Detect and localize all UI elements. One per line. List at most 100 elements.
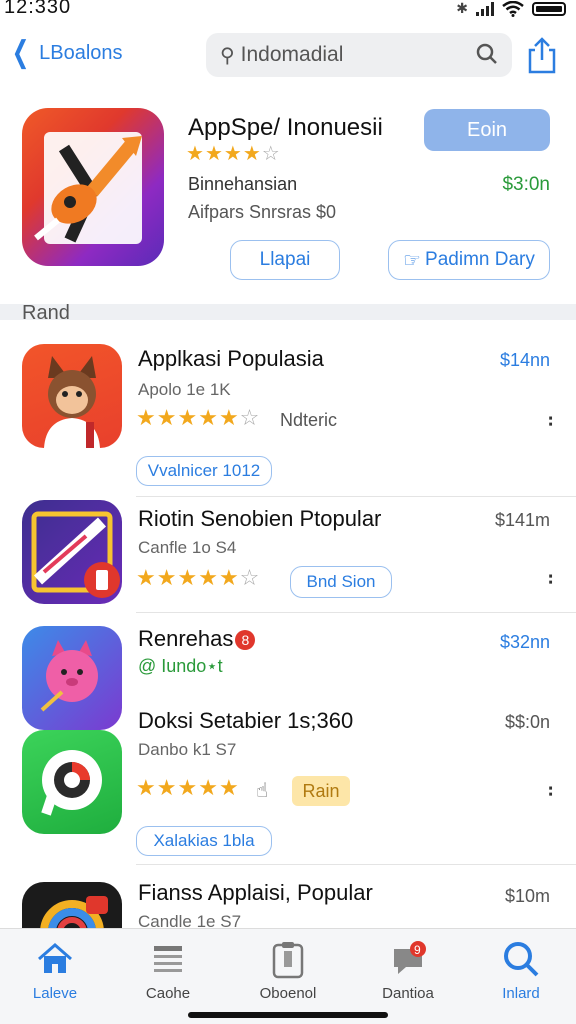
- more-options-icon[interactable]: ∶: [548, 782, 553, 802]
- star-half-icon: ★: [218, 405, 239, 430]
- featured-rating-stars: ★ ★ ★ ★ ☆: [186, 144, 280, 164]
- tab-search[interactable]: Inlard: [466, 937, 576, 1002]
- search-icon[interactable]: [476, 43, 498, 65]
- home-icon: [0, 937, 110, 981]
- list-icon: [113, 937, 223, 981]
- nav-bar: ❮ LBoalons ⚲: [0, 28, 576, 84]
- section-divider: [0, 304, 576, 320]
- thumbs-icon: ☝: [256, 780, 269, 802]
- app-name: Renrehas 8: [138, 626, 256, 652]
- app-subtitle: Danbo k1 S7: [138, 740, 237, 759]
- app-price: $32nn: [499, 632, 550, 652]
- tab-list[interactable]: Caohe: [113, 937, 223, 1002]
- featured-app-card[interactable]: AppSpe/ Inonuesii Eoin ★ ★ ★ ★ ☆ Binneha…: [0, 100, 576, 300]
- tab-chat[interactable]: 9 Dantioa: [353, 937, 463, 1002]
- clipboard-icon: [233, 937, 343, 981]
- featured-wishlist-label: Padimn Dary: [425, 249, 535, 270]
- more-options-icon[interactable]: ∶: [548, 412, 553, 432]
- app-name-text: Renrehas: [138, 626, 234, 651]
- app-subtitle: Canfle 1o S4: [138, 538, 237, 557]
- star-icon: ★: [177, 565, 198, 590]
- share-icon[interactable]: [526, 36, 558, 74]
- tab-label: Inlard: [502, 985, 540, 1002]
- tab-label: Oboenol: [259, 985, 317, 1002]
- divider: [136, 864, 576, 865]
- search-box[interactable]: ⚲: [206, 33, 512, 77]
- back-label: LBoalons: [39, 41, 123, 64]
- star-outline-icon: ☆: [261, 143, 280, 165]
- featured-secondary-button[interactable]: Llapai: [230, 240, 340, 280]
- list-item[interactable]: Riotin Senobien Ptopular $141m Canfle 1o…: [0, 500, 576, 613]
- app-price: $14nn: [499, 350, 550, 370]
- search-lead-icon: ⚲: [220, 44, 235, 67]
- search-input[interactable]: [240, 43, 451, 67]
- tab-label: Caohe: [145, 985, 191, 1002]
- section-title: Rand: [22, 302, 70, 324]
- star-icon: ★: [204, 143, 223, 165]
- app-subtitle: Apolo 1e 1K: [138, 380, 231, 399]
- featured-app-title: AppSpe/ Inonuesii: [188, 114, 383, 141]
- back-button[interactable]: ❮ LBoalons: [8, 38, 123, 68]
- app-name: Fianss Applaisi, Popular: [138, 880, 373, 905]
- list-item[interactable]: Fianss Applaisi, Popular $10m Candle 1e …: [0, 876, 576, 932]
- divider: [136, 496, 576, 497]
- bluetooth-icon: ✱: [456, 0, 468, 16]
- star-outline-icon: ☆: [239, 405, 260, 430]
- app-icon[interactable]: [22, 882, 122, 932]
- featured-app-icon[interactable]: [22, 108, 164, 266]
- wifi-icon: [502, 0, 524, 17]
- featured-price: $3:0n: [502, 174, 550, 195]
- status-icons: ✱: [456, 0, 566, 17]
- rating-stars: ★ ★ ★ ★ ★: [136, 775, 239, 800]
- app-pill-button[interactable]: Vvalnicer 1012: [136, 456, 272, 486]
- tab-label: Dantioa: [382, 985, 434, 1002]
- app-icon[interactable]: [22, 344, 122, 448]
- get-button[interactable]: Eoin: [424, 109, 550, 151]
- rating-stars: ★ ★ ★ ★ ★ ☆: [136, 405, 260, 430]
- chat-icon: 9: [353, 937, 463, 981]
- more-options-icon[interactable]: ∶: [548, 570, 553, 590]
- star-icon: ★: [177, 775, 198, 800]
- star-icon: ★: [177, 405, 198, 430]
- app-tag: Ndteric: [280, 410, 338, 430]
- app-icon[interactable]: [22, 500, 122, 604]
- app-price: $141m: [494, 510, 550, 530]
- star-icon: ★: [198, 405, 218, 430]
- star-icon: ★: [198, 775, 218, 800]
- home-indicator: [188, 1012, 388, 1018]
- status-bar: 12:330 ✱: [0, 0, 576, 22]
- battery-icon: [532, 1, 566, 16]
- app-name: Doksi Setabier 1s;360: [138, 708, 354, 733]
- rating-stars: ★ ★ ★ ★ ★ ☆: [136, 565, 259, 590]
- star-icon: ★: [242, 143, 261, 165]
- star-icon: ★: [156, 775, 177, 800]
- star-icon: ★: [136, 405, 156, 430]
- divider: [136, 612, 576, 613]
- list-item[interactable]: Applkasi Populasia $14nn Apolo 1e 1K ★ ★…: [0, 344, 576, 497]
- tab-badge: 9: [414, 943, 421, 957]
- app-name: Applkasi Populasia: [138, 346, 324, 371]
- app-name: Riotin Senobien Ptopular: [138, 506, 382, 531]
- tab-label: Laleve: [32, 985, 78, 1002]
- list-item[interactable]: Doksi Setabier 1s;360 $$:0n Danbo k1 S7 …: [0, 706, 576, 865]
- featured-wishlist-button[interactable]: ☞ Padimn Dary: [388, 240, 550, 280]
- app-subtitle: @ Iundo⋆t: [138, 656, 223, 676]
- app-price: $$:0n: [504, 712, 550, 732]
- tab-home[interactable]: Laleve: [0, 937, 110, 1002]
- star-icon: ★: [136, 775, 156, 800]
- tab-clipboard[interactable]: Oboenol: [233, 937, 343, 1002]
- star-half-icon: ★: [218, 775, 239, 800]
- featured-description: Aifpars Snrsras $0: [188, 202, 337, 222]
- status-time: 12:330: [4, 0, 72, 18]
- star-half-icon: ★: [218, 565, 239, 590]
- star-icon: ★: [136, 565, 156, 590]
- app-pill-button[interactable]: Xalakias 1bla: [136, 826, 272, 856]
- list-item[interactable]: Renrehas 8 $32nn @ Iundo⋆t: [0, 626, 576, 730]
- chevron-left-icon: ❮: [11, 36, 30, 69]
- app-pill-button[interactable]: Bnd Sion: [290, 566, 392, 598]
- star-icon: ★: [186, 143, 204, 165]
- notification-badge: 8: [235, 630, 256, 651]
- app-tag-highlight: Rain: [292, 776, 350, 806]
- star-icon: ★: [223, 143, 242, 165]
- app-icon[interactable]: [22, 730, 122, 834]
